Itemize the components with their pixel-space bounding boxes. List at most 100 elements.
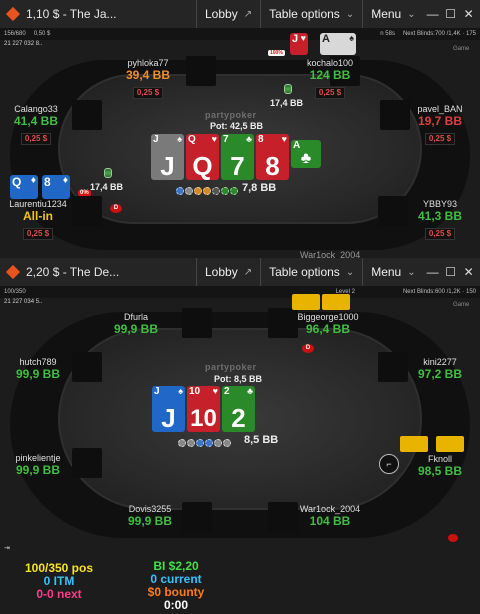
player-seat-kochalo100[interactable]: kochalo100 124 BB 0,25 $ xyxy=(294,58,366,100)
pot-amount: 7,8 BB xyxy=(242,182,277,194)
player-seat-war1ock-2004[interactable]: War1ock_2004 104 BB xyxy=(294,504,366,528)
table-window-2: 2,20 $ - The De... Lobby ↗ Table options ⌄… xyxy=(0,258,480,614)
extra-info: 0,50 $ xyxy=(33,31,51,37)
player-stack: 99,9 BB xyxy=(15,463,61,477)
game-icon[interactable]: Game xyxy=(453,46,469,52)
chevron-down-icon: ⌄ xyxy=(345,8,355,20)
title-bar: 2,20 $ - The De... Lobby ↗ Table options ⌄… xyxy=(0,258,480,286)
board-card: J ♠ J xyxy=(152,386,185,432)
player-bet: 0,25 $ xyxy=(314,87,346,99)
board-card: J ♠ J xyxy=(151,134,184,180)
player-stack: 96,4 BB xyxy=(305,322,351,336)
maximize-icon[interactable]: ☐ xyxy=(442,265,460,279)
players-count: 100/350 xyxy=(4,289,26,295)
pot-label: Pot: 42,5 BB xyxy=(210,121,264,131)
chevron-down-icon: ⌄ xyxy=(407,8,416,20)
partypoker-logo-icon xyxy=(6,265,20,279)
partypoker-logo-icon xyxy=(6,7,20,21)
fknoll-action-button[interactable]: ⌐ xyxy=(379,454,399,474)
player-bet: 0,25 $ xyxy=(424,133,456,145)
board-card: A ♣ xyxy=(291,140,321,168)
player-stack: 98,5 BB xyxy=(417,464,463,478)
table-options-button[interactable]: Table options ⌄ xyxy=(260,258,362,286)
seat-box xyxy=(186,56,216,86)
card-back xyxy=(322,294,350,310)
player-seat-hutch789[interactable]: hutch789 99,9 BB xyxy=(2,357,74,381)
player-seat-dfurla[interactable]: Dfurla 99,9 BB xyxy=(100,312,172,336)
player-seat-dovis3255[interactable]: Dovis3255 99,9 BB xyxy=(114,504,186,528)
player-seat-laurentiu1234[interactable]: Laurentiu1234 All-in 0,25 $ xyxy=(2,199,74,241)
hole-card: 8 ♦ xyxy=(42,175,70,199)
blinds-timer: n 58s xyxy=(380,31,395,37)
card-back xyxy=(400,436,428,452)
hole-card: Q ♦ xyxy=(10,175,38,199)
player-seat-pavel-ban[interactable]: pavel_BAN 19,7 BB 0,25 $ xyxy=(404,104,476,146)
player-stack: 41,4 BB xyxy=(13,114,59,128)
seat-box xyxy=(182,308,212,338)
window-title: 1,10 $ - The Ja... xyxy=(26,7,117,21)
player-seat-pinkelientje[interactable]: pinkelientje 99,9 BB xyxy=(2,453,74,477)
chevron-down-icon: ⌄ xyxy=(407,266,416,278)
chip-stack xyxy=(104,168,112,178)
player-status: All-in xyxy=(23,209,53,223)
expand-arrow-icon[interactable]: ⇥ xyxy=(4,544,10,552)
hud-next: 0-0 next xyxy=(36,587,82,601)
board-card: Q ♥ Q xyxy=(186,134,219,180)
minimize-icon[interactable]: — xyxy=(424,7,442,21)
bet-amount: 17,4 BB xyxy=(90,182,124,192)
external-arrow-icon: ↗ xyxy=(243,8,253,20)
menu-button[interactable]: Menu ⌄ xyxy=(362,258,423,286)
table-id: 21 227 032 8.. xyxy=(4,41,43,47)
next-blinds: Next Blinds:600 /1,2K · 150 xyxy=(402,289,476,295)
board-card: 8 ♥ 8 xyxy=(256,134,289,180)
player-bet: 0,25 $ xyxy=(424,228,456,240)
window-title: 2,20 $ - The De... xyxy=(26,265,120,279)
player-seat-fknoll[interactable]: Fknoll 98,5 BB xyxy=(404,454,476,478)
seat-box xyxy=(72,100,102,130)
player-seat-ybby93[interactable]: YBBY93 41,3 BB 0,25 $ xyxy=(404,199,476,241)
equity-badge: 0% xyxy=(78,190,91,196)
equity-badge: 100% xyxy=(268,50,285,56)
seat-box xyxy=(72,448,102,478)
title-bar: 1,10 $ - The Ja... Lobby ↗ Table options ⌄… xyxy=(0,0,480,28)
player-name-partial: War1ock_2004 xyxy=(300,250,361,258)
player-seat-calango33[interactable]: Calango33 41,4 BB 0,25 $ xyxy=(0,104,72,146)
notification-icon[interactable] xyxy=(448,534,458,542)
board-card: 2 ♣ 2 xyxy=(222,386,255,432)
brand-logo: partypoker xyxy=(205,110,257,120)
table-id: 21 227 034 5.. xyxy=(4,299,43,305)
player-stack: 99,9 BB xyxy=(15,367,61,381)
maximize-icon[interactable]: ☐ xyxy=(442,7,460,21)
close-icon[interactable]: ✕ xyxy=(460,7,478,21)
game-label: Game xyxy=(453,302,470,308)
player-seat-pyhloka77[interactable]: pyhloka77 39,4 BB 0,25 $ xyxy=(112,58,184,100)
hole-card: A ♠ xyxy=(320,33,356,55)
tournament-hud-right: BI $2,20 0 current $0 bounty 0:00 xyxy=(136,560,216,612)
game-icon[interactable]: Game xyxy=(453,302,469,308)
board-card: 10 ♥ 10 xyxy=(187,386,220,432)
minimize-icon[interactable]: — xyxy=(424,265,442,279)
table-options-button[interactable]: Table options ⌄ xyxy=(260,0,362,28)
chevron-down-icon: ⌄ xyxy=(345,266,355,278)
player-stack: 99,9 BB xyxy=(113,322,159,336)
lobby-button[interactable]: Lobby ↗ xyxy=(196,258,260,286)
player-seat-biggeorge1000[interactable]: Biggeorge1000 96,4 BB xyxy=(292,312,364,336)
pot-chips xyxy=(176,182,239,195)
player-seat-kini2277[interactable]: kini2277 97,2 BB xyxy=(404,357,476,381)
board-card: 7 ♣ 7 xyxy=(221,134,254,180)
tournament-info-bar: 156/680 0,50 $ n 58s Next Blinds:700 /1,… xyxy=(0,28,480,40)
players-count: 156/680 xyxy=(4,31,26,37)
player-stack: 124 BB xyxy=(309,68,351,82)
tournament-hud-left: 100/350 pos 0 ITM 0-0 next xyxy=(14,562,104,601)
menu-button[interactable]: Menu ⌄ xyxy=(362,0,423,28)
chip-stack xyxy=(284,84,292,94)
player-bet: 0,25 $ xyxy=(20,133,52,145)
pot-chips xyxy=(178,434,232,447)
player-stack: 99,9 BB xyxy=(127,514,173,528)
next-blinds: Next Blinds:700 /1,4K · 175 xyxy=(402,31,476,37)
close-icon[interactable]: ✕ xyxy=(460,265,478,279)
lobby-button[interactable]: Lobby ↗ xyxy=(196,0,260,28)
pot-amount: 8,5 BB xyxy=(244,434,279,446)
dealer-button: D xyxy=(302,344,314,353)
hud-timer: 0:00 xyxy=(163,598,189,612)
